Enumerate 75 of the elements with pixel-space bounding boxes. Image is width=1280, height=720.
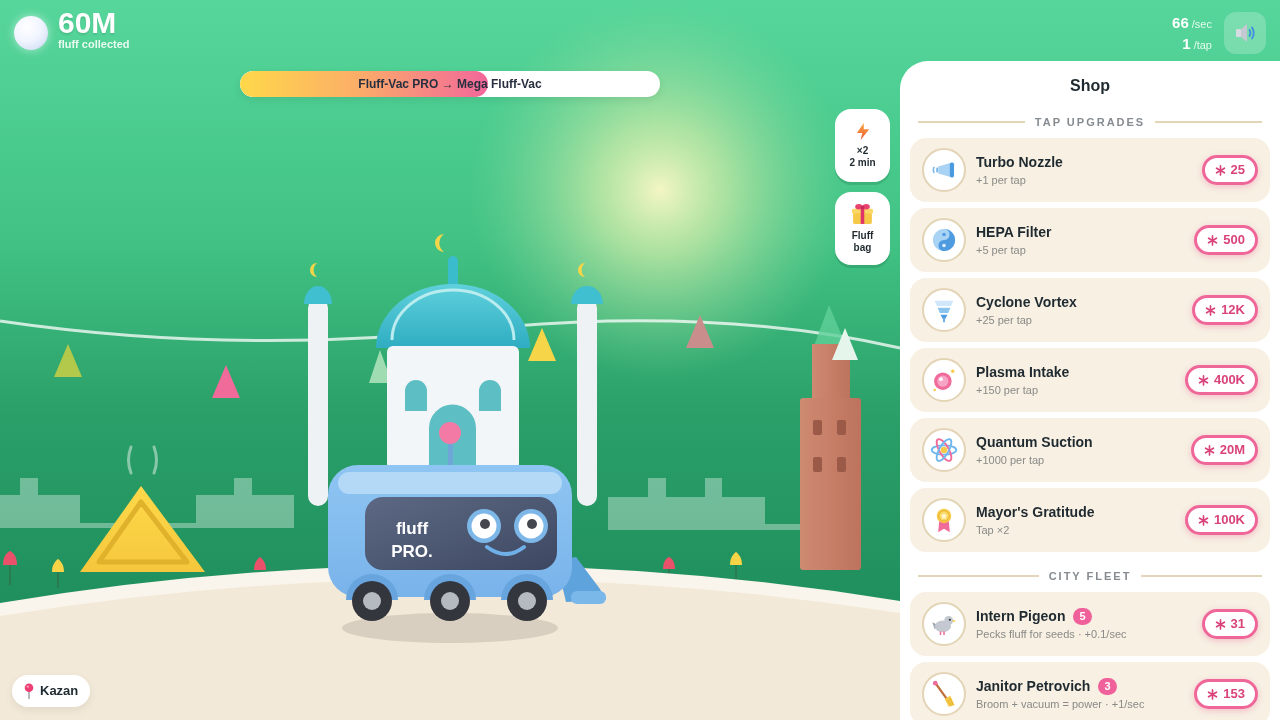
wheel xyxy=(424,574,476,621)
flower-icon xyxy=(3,551,17,585)
price-button[interactable]: 100K xyxy=(1184,505,1258,535)
location-name: Kazan xyxy=(40,682,79,701)
vehicle-logo-text: fluff PRO. xyxy=(391,519,433,561)
item-description: +150 per tap xyxy=(976,383,1040,397)
flower-icon xyxy=(52,559,64,588)
sound-button[interactable] xyxy=(1224,12,1266,54)
orb-icon xyxy=(922,358,966,402)
item-description: +5 per tap xyxy=(976,243,1027,257)
item-description: +1000 per tap xyxy=(976,453,1046,467)
item-description: Pecks fluff for seeds · +0.1/sec xyxy=(976,627,1128,641)
price-button[interactable]: 25 xyxy=(1201,155,1258,185)
flower-icon xyxy=(730,552,742,579)
pennant-flag xyxy=(832,328,858,360)
wheel xyxy=(346,574,398,621)
section-heading: CITY FLEET xyxy=(1048,569,1132,584)
eye xyxy=(467,509,501,543)
snowflake-icon xyxy=(1214,164,1226,176)
pin-icon xyxy=(24,683,34,699)
broom-icon xyxy=(922,672,966,716)
snowflake-icon xyxy=(1197,514,1209,526)
pennant-flag xyxy=(212,365,240,398)
price-button[interactable]: 500 xyxy=(1194,225,1258,255)
item-name: Plasma Intake xyxy=(976,363,1070,381)
total-caption: fluff collected xyxy=(58,38,130,51)
item-description: Broom + vacuum = power · +1/sec xyxy=(976,697,1146,711)
location-button[interactable]: Kazan xyxy=(12,675,91,707)
price-button[interactable]: 12K xyxy=(1192,295,1258,325)
price-button[interactable]: 20M xyxy=(1190,435,1258,465)
price-button[interactable]: 153 xyxy=(1194,679,1258,709)
item-name: Quantum Suction xyxy=(976,433,1093,451)
item-name: HEPA Filter xyxy=(976,223,1052,241)
gift-icon xyxy=(851,203,874,225)
smile xyxy=(485,545,526,556)
snowflake-icon xyxy=(1205,304,1217,316)
snowflake-icon xyxy=(1207,688,1219,700)
steam-icon xyxy=(127,445,158,475)
fluff-total: 60M xyxy=(58,8,118,38)
price-button[interactable]: 31 xyxy=(1201,609,1258,639)
count-badge: 5 xyxy=(1073,607,1092,625)
item-name: Mayor's Gratitude xyxy=(976,503,1095,521)
fluff-bag-button[interactable]: Fluff bag xyxy=(835,192,890,265)
atom-icon xyxy=(922,428,966,472)
tornado-icon xyxy=(922,288,966,332)
double-boost-button[interactable]: ×2 2 min xyxy=(835,109,890,182)
item-description: Tap ×2 xyxy=(976,523,1011,537)
rate-text: 1 /tap xyxy=(1181,34,1212,54)
item-name: Cyclone Vortex xyxy=(976,293,1077,311)
yin-yang-icon xyxy=(922,218,966,262)
pennant-flag xyxy=(528,328,556,361)
flower-icon xyxy=(254,557,266,570)
item-description: +25 per tap xyxy=(976,313,1033,327)
item-name: Intern Pigeon xyxy=(976,607,1066,625)
item-name: Janitor Petrovich xyxy=(976,677,1091,695)
lightning-icon xyxy=(855,122,870,140)
wheel xyxy=(501,574,553,621)
bird-icon xyxy=(922,602,966,646)
shop-title: Shop xyxy=(1069,76,1111,96)
snowflake-icon xyxy=(1214,618,1226,630)
price-button[interactable]: 400K xyxy=(1184,365,1258,395)
section-heading: TAP UPGRADES xyxy=(1034,115,1146,130)
pennant-flag xyxy=(54,344,82,377)
pennant-flag xyxy=(686,315,714,348)
item-description: +1 per tap xyxy=(976,173,1027,187)
rate-text: 66 /sec xyxy=(1172,13,1212,33)
medal-icon xyxy=(922,498,966,542)
snowflake-icon xyxy=(1203,444,1215,456)
count-badge: 3 xyxy=(1098,677,1117,695)
eye xyxy=(514,509,548,543)
snowflake-icon xyxy=(1197,374,1209,386)
progress-label: Fluff-Vac PRO → Mega Fluff-Vac xyxy=(358,76,542,93)
nozzle-icon xyxy=(922,148,966,192)
item-name: Turbo Nozzle xyxy=(976,153,1063,171)
snowflake-icon xyxy=(1207,234,1219,246)
